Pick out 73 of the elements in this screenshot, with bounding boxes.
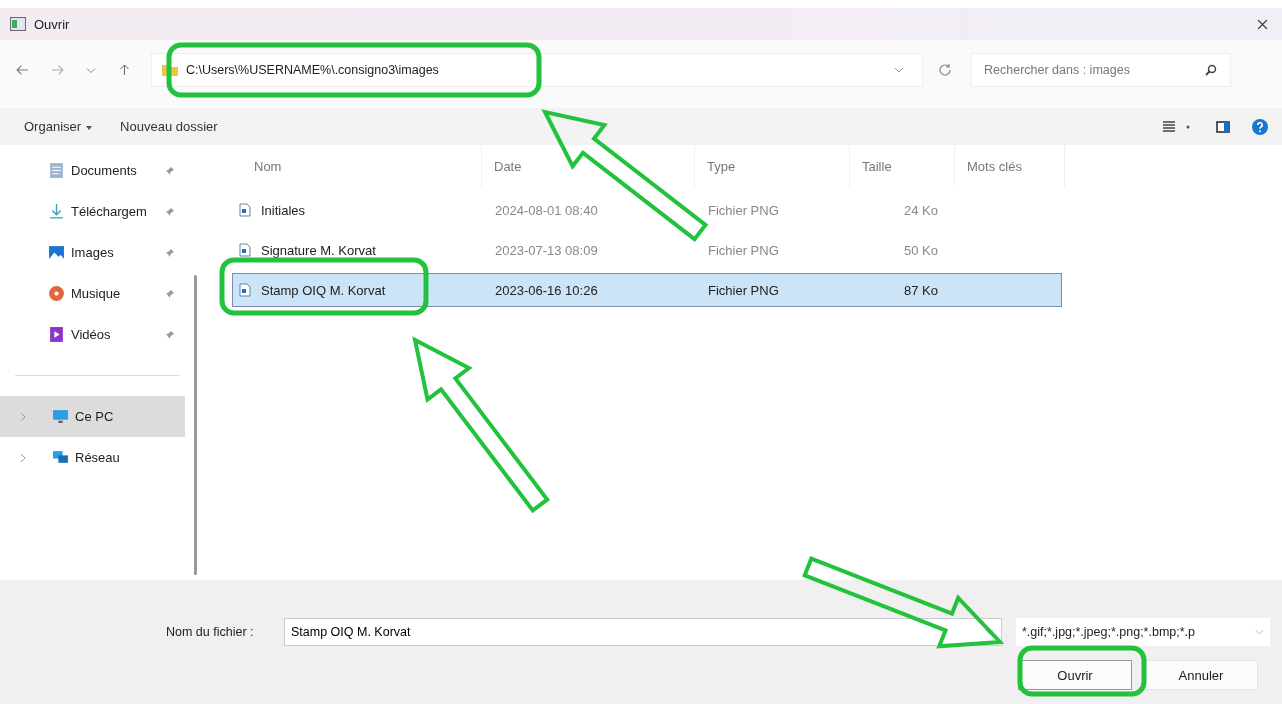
- sidebar-item[interactable]: Vidéos: [0, 314, 185, 355]
- column-header[interactable]: Date: [482, 145, 695, 187]
- file-date: 2024-08-01 08:40: [495, 202, 598, 218]
- sidebar-label: Réseau: [75, 450, 121, 465]
- sidebar-label: Musique: [71, 286, 122, 301]
- sidebar-label: Ce PC: [75, 409, 115, 424]
- file-name: Signature M. Korvat: [261, 242, 376, 258]
- file-date: 2023-07-13 08:09: [495, 242, 598, 258]
- file-size: 87 Ko: [904, 282, 938, 298]
- chevron-down-icon[interactable]: [985, 629, 994, 635]
- file-name: Stamp OIQ M. Korvat: [261, 282, 386, 298]
- sidebar-item[interactable]: Téléchargem: [0, 191, 185, 232]
- column-header[interactable]: Taille: [850, 145, 955, 187]
- video-icon: [48, 326, 65, 343]
- chevron-down-icon[interactable]: [894, 67, 904, 73]
- image-file-icon: [239, 243, 251, 257]
- sidebar-item[interactable]: Musique: [0, 273, 185, 314]
- sidebar-label: Téléchargem: [71, 204, 148, 219]
- address-bar[interactable]: C:\Users\%USERNAME%\.consigno3\images: [151, 53, 923, 87]
- network-icon: [52, 449, 69, 466]
- chevron-right-icon[interactable]: [20, 411, 26, 422]
- cancel-button[interactable]: Annuler: [1144, 660, 1258, 690]
- monitor-icon: [52, 408, 69, 425]
- file-size: 24 Ko: [904, 202, 938, 218]
- file-type: Fichier PNG: [708, 282, 779, 298]
- music-icon: [48, 285, 65, 302]
- sidebar-item[interactable]: Documents: [0, 150, 185, 191]
- file-date: 2023-06-16 10:26: [495, 282, 598, 298]
- scrollbar-thumb[interactable]: [194, 275, 197, 575]
- help-icon[interactable]: [1252, 118, 1268, 135]
- image-file-icon: [239, 203, 251, 217]
- refresh-icon[interactable]: [939, 64, 951, 76]
- download-icon: [48, 203, 65, 220]
- file-type-dropdown[interactable]: *.gif;*.jpg;*.jpeg;*.png;*.bmp;*.p: [1016, 618, 1270, 646]
- sidebar-item[interactable]: Réseau: [0, 437, 185, 478]
- folder-icon: [162, 64, 178, 76]
- app-icon: [10, 17, 26, 31]
- forward-arrow-icon[interactable]: [51, 64, 64, 76]
- file-type: Fichier PNG: [708, 202, 779, 218]
- file-name: Initiales: [261, 202, 306, 218]
- toolbar-button[interactable]: Organiser: [12, 115, 105, 138]
- file-size: 50 Ko: [904, 242, 938, 258]
- close-icon[interactable]: [1257, 18, 1268, 30]
- up-arrow-icon[interactable]: [118, 64, 131, 76]
- search-icon[interactable]: [1205, 64, 1217, 76]
- file-row[interactable]: Signature M. Korvat 2023-07-13 08:09 Fichier PNG 50 Ko: [232, 233, 1062, 267]
- filename-field[interactable]: Stamp OIQ M. Korvat: [284, 618, 1002, 646]
- caret-down-icon[interactable]: [86, 125, 93, 130]
- sidebar-item[interactable]: Ce PC: [0, 396, 185, 437]
- window-title: Ouvrir: [34, 16, 71, 32]
- filename-label: Nom du fichier :: [166, 625, 255, 639]
- preview-pane-icon[interactable]: [1216, 120, 1230, 133]
- back-arrow-icon[interactable]: [16, 64, 29, 76]
- sidebar-label: Vidéos: [71, 327, 112, 342]
- view-list-icon[interactable]: [1162, 120, 1176, 133]
- column-header[interactable]: Type: [695, 145, 850, 187]
- search-field[interactable]: Rechercher dans : images: [971, 53, 1231, 87]
- sidebar-item[interactable]: Images: [0, 232, 185, 273]
- file-row[interactable]: Initiales 2024-08-01 08:40 Fichier PNG 24 Ko: [232, 193, 1062, 227]
- sidebar-label: Images: [71, 245, 115, 260]
- chevron-right-icon[interactable]: [20, 452, 26, 463]
- file-type: Fichier PNG: [708, 242, 779, 258]
- sidebar-label: Documents: [71, 163, 138, 178]
- document-icon: [48, 162, 65, 179]
- file-row[interactable]: Stamp OIQ M. Korvat 2023-06-16 10:26 Fichier PNG 87 Ko: [232, 273, 1062, 307]
- column-header[interactable]: Nom: [232, 145, 482, 187]
- column-header[interactable]: Mots clés: [955, 145, 1065, 187]
- caret-icon[interactable]: [1186, 124, 1190, 129]
- toolbar-button[interactable]: Nouveau dossier: [108, 115, 230, 138]
- address-path: C:\Users\%USERNAME%\.consigno3\images: [186, 63, 439, 77]
- picture-icon: [48, 244, 65, 261]
- open-button[interactable]: Ouvrir: [1018, 660, 1132, 690]
- image-file-icon: [239, 283, 251, 297]
